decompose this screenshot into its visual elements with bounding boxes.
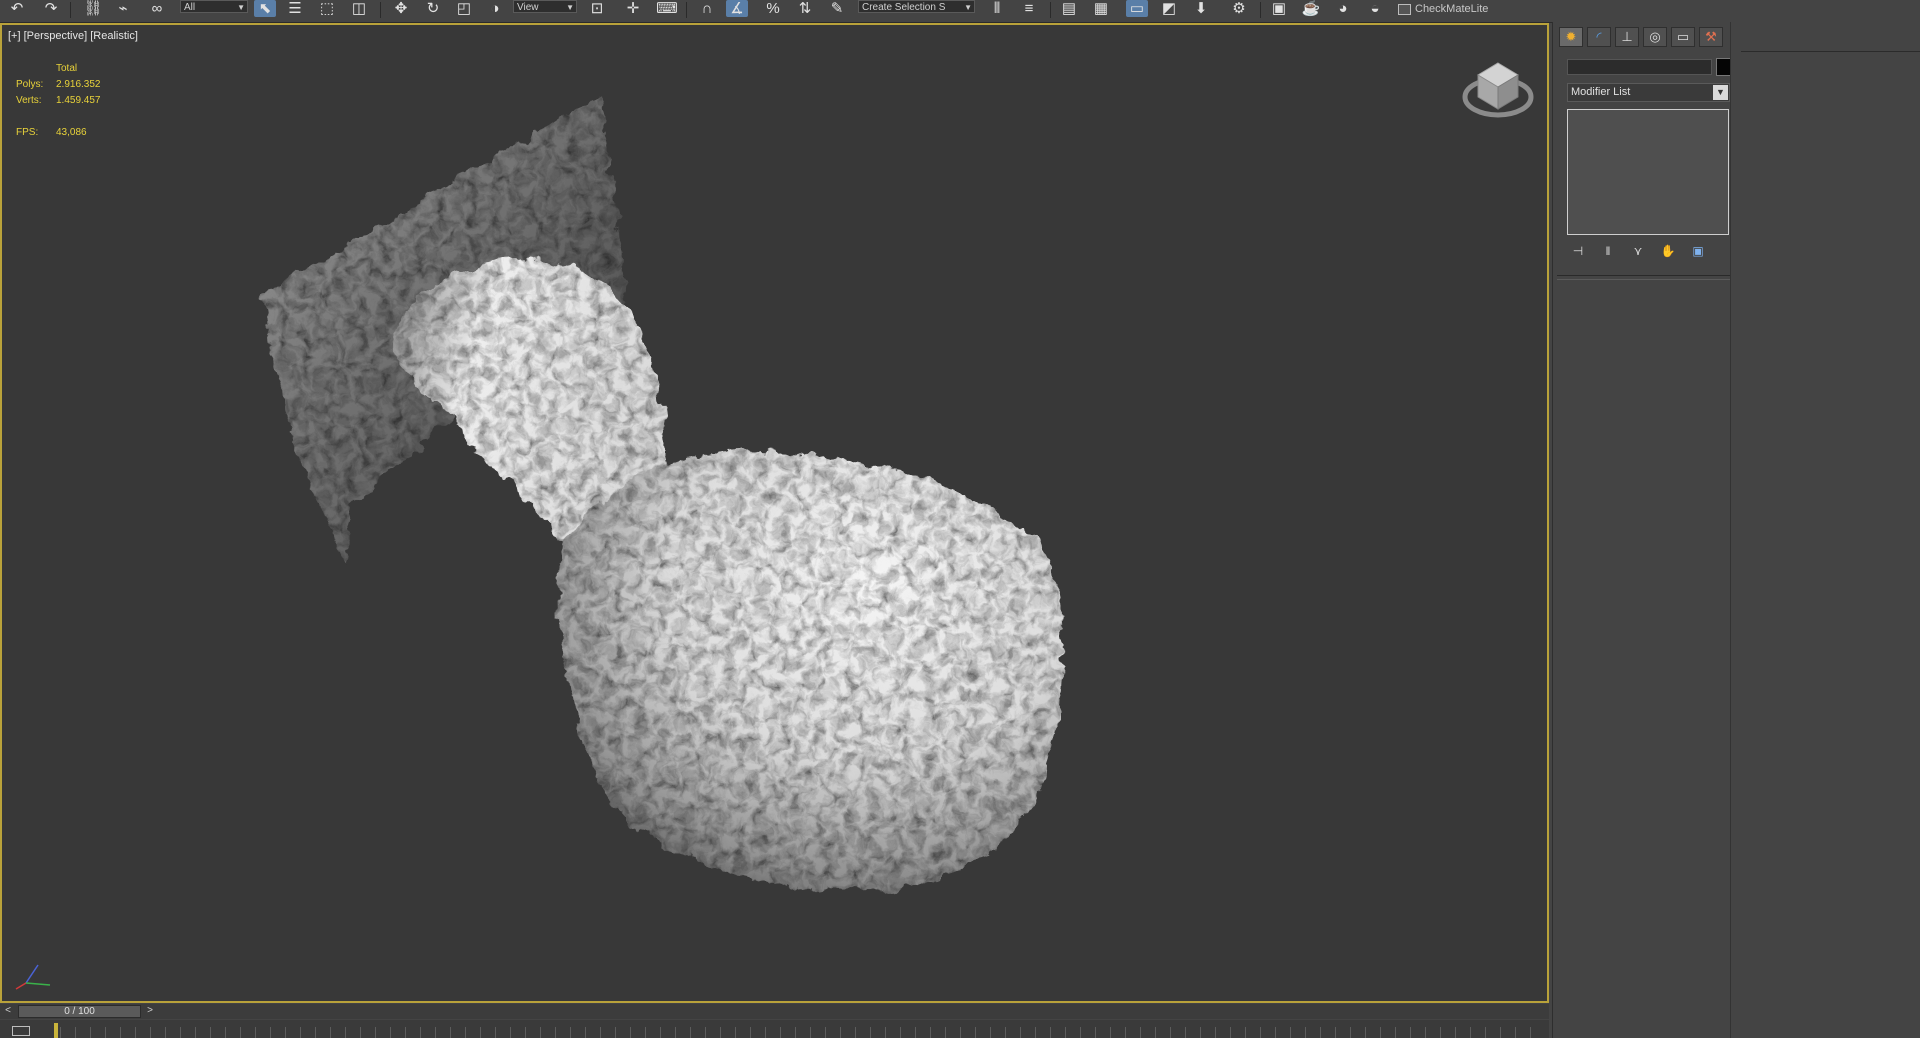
render-icon[interactable]: ☕ <box>1300 0 1322 17</box>
chevron-down-icon: ▼ <box>1713 85 1728 100</box>
angle-snap-icon[interactable]: ∡ <box>726 0 748 17</box>
modifier-list-label: Modifier List <box>1571 86 1631 98</box>
layer-explorer-icon[interactable]: ▤ <box>1058 0 1080 17</box>
render-setup-icon[interactable]: ⚙ <box>1228 0 1250 17</box>
command-panel: ✹ ◜ ⊥ ◎ ▭ ⚒ Modifier List ▼ ⊣ ‖ ⋎ ✋ ▣ <box>1552 22 1733 1038</box>
scale-icon[interactable]: ◰ <box>453 0 475 17</box>
hierarchy-icon: ⊥ <box>1621 29 1633 44</box>
toolbar-separator <box>1050 2 1051 18</box>
rect-selection-icon[interactable]: ⬚ <box>316 0 338 17</box>
keyboard-shortcut-icon[interactable]: ⌨ <box>656 0 678 17</box>
main-toolbar: ↶ ↷ ⛓ ⌁ ∞ All ▼ ⬉ ☰ ⬚ ◫ ✥ ↻ ◰ ◑ View ▼ ⊡… <box>0 0 1920 23</box>
modify-tab[interactable]: ◜ <box>1587 27 1611 47</box>
hierarchy-tab[interactable]: ⊥ <box>1615 27 1639 47</box>
render-production-icon[interactable]: ◕ <box>1332 0 1354 17</box>
select-manipulate-icon[interactable]: ✛ <box>622 0 644 17</box>
motion-tab[interactable]: ◎ <box>1643 27 1667 47</box>
select-object-icon[interactable]: ⬉ <box>254 0 276 17</box>
time-slider-thumb[interactable]: 0 / 100 <box>18 1005 141 1018</box>
chevron-down-icon: ▼ <box>566 3 574 12</box>
utilities-icon: ⚒ <box>1705 29 1717 44</box>
toolbar-separator <box>686 2 687 18</box>
command-panel-tabs: ✹ ◜ ⊥ ◎ ▭ ⚒ <box>1559 27 1723 47</box>
reference-coord-value: View <box>517 2 539 13</box>
material-editor-icon[interactable]: ⬇ <box>1190 0 1212 17</box>
curve-editor-mini-icon[interactable] <box>12 1026 30 1036</box>
toolbar-separator <box>1260 2 1261 18</box>
bind-space-warp-icon[interactable]: ∞ <box>146 0 168 17</box>
object-name-field[interactable] <box>1567 59 1712 75</box>
modify-icon: ◜ <box>1596 29 1602 44</box>
schematic-view-icon[interactable]: ◩ <box>1158 0 1180 17</box>
reference-coord-dropdown[interactable]: View ▼ <box>513 0 577 13</box>
modifier-list-dropdown[interactable]: Modifier List ▼ <box>1567 83 1730 102</box>
rotate-icon[interactable]: ↻ <box>422 0 444 17</box>
checkmate-label: CheckMateLite <box>1415 3 1489 15</box>
panel-divider <box>1741 51 1920 52</box>
redo-icon[interactable]: ↷ <box>40 0 62 17</box>
selection-filter-value: All <box>184 2 196 13</box>
window-crossing-icon[interactable]: ◫ <box>348 0 370 17</box>
show-end-result-icon[interactable]: ‖ <box>1597 242 1619 260</box>
axis-tripod-icon <box>15 964 51 990</box>
configure-modifier-sets-icon[interactable]: ▣ <box>1687 242 1709 260</box>
percent-snap-icon[interactable]: % <box>762 0 784 17</box>
time-slider-next-button[interactable]: > <box>143 1005 157 1018</box>
checkmate-icon <box>1398 3 1411 15</box>
display-icon: ▭ <box>1676 29 1690 44</box>
named-selection-dropdown[interactable]: Create Selection S ▼ <box>858 0 975 13</box>
select-by-name-icon[interactable]: ☰ <box>284 0 306 17</box>
right-side-panel <box>1730 22 1920 1038</box>
rendered-frame-icon[interactable]: ▣ <box>1268 0 1290 17</box>
ribbon-icon[interactable]: ▦ <box>1090 0 1112 17</box>
display-tab[interactable]: ▭ <box>1671 27 1695 47</box>
panel-divider <box>1557 275 1733 280</box>
modifier-stack-list[interactable] <box>1567 109 1729 235</box>
viewcube[interactable] <box>1460 55 1536 125</box>
time-slider-prev-button[interactable]: < <box>1 1005 15 1018</box>
link-icon[interactable]: ⛓ <box>82 0 104 17</box>
create-icon: ✹ <box>1565 29 1577 44</box>
trackbar-ticks <box>60 1027 1540 1038</box>
place-icon[interactable]: ◑ <box>484 0 506 17</box>
chevron-down-icon: ▼ <box>964 3 972 12</box>
pivot-icon[interactable]: ⊡ <box>586 0 608 17</box>
trackbar[interactable] <box>0 1020 1549 1038</box>
align-icon[interactable]: ≡ <box>1018 0 1040 17</box>
rock-mesh-object[interactable] <box>2 25 1547 1001</box>
utilities-tab[interactable]: ⚒ <box>1699 27 1723 47</box>
render-iterative-icon[interactable]: ◒ <box>1364 0 1386 17</box>
toolbar-separator <box>70 2 71 18</box>
modifier-stack-tools: ⊣ ‖ ⋎ ✋ ▣ <box>1567 242 1709 260</box>
toolbar-separator <box>380 2 381 18</box>
spinner-snap-icon[interactable]: ⇅ <box>794 0 816 17</box>
named-selection-value: Create Selection S <box>862 2 946 13</box>
curve-editor-icon[interactable]: ▭ <box>1126 0 1148 17</box>
edit-named-selection-icon[interactable]: ✎ <box>826 0 848 17</box>
snaps-icon[interactable]: ∩ <box>696 0 718 17</box>
motion-icon: ◎ <box>1649 29 1661 44</box>
unlink-icon[interactable]: ⌁ <box>112 0 134 17</box>
checkmate-plugin-button[interactable]: CheckMateLite <box>1398 0 1494 18</box>
perspective-viewport[interactable]: [+] [Perspective] [Realistic] Total Poly… <box>0 23 1549 1003</box>
current-frame-marker <box>54 1023 58 1038</box>
move-icon[interactable]: ✥ <box>390 0 412 17</box>
chevron-down-icon: ▼ <box>237 3 245 12</box>
mirror-icon[interactable]: ⫴ <box>986 0 1008 17</box>
selection-filter-dropdown[interactable]: All ▼ <box>180 0 248 13</box>
time-slider[interactable]: < 0 / 100 > <box>0 1004 1549 1019</box>
pin-stack-icon[interactable]: ⊣ <box>1567 242 1589 260</box>
make-unique-icon[interactable]: ⋎ <box>1627 242 1649 260</box>
undo-icon[interactable]: ↶ <box>6 0 28 17</box>
remove-modifier-icon[interactable]: ✋ <box>1657 242 1679 260</box>
create-tab[interactable]: ✹ <box>1559 27 1583 47</box>
